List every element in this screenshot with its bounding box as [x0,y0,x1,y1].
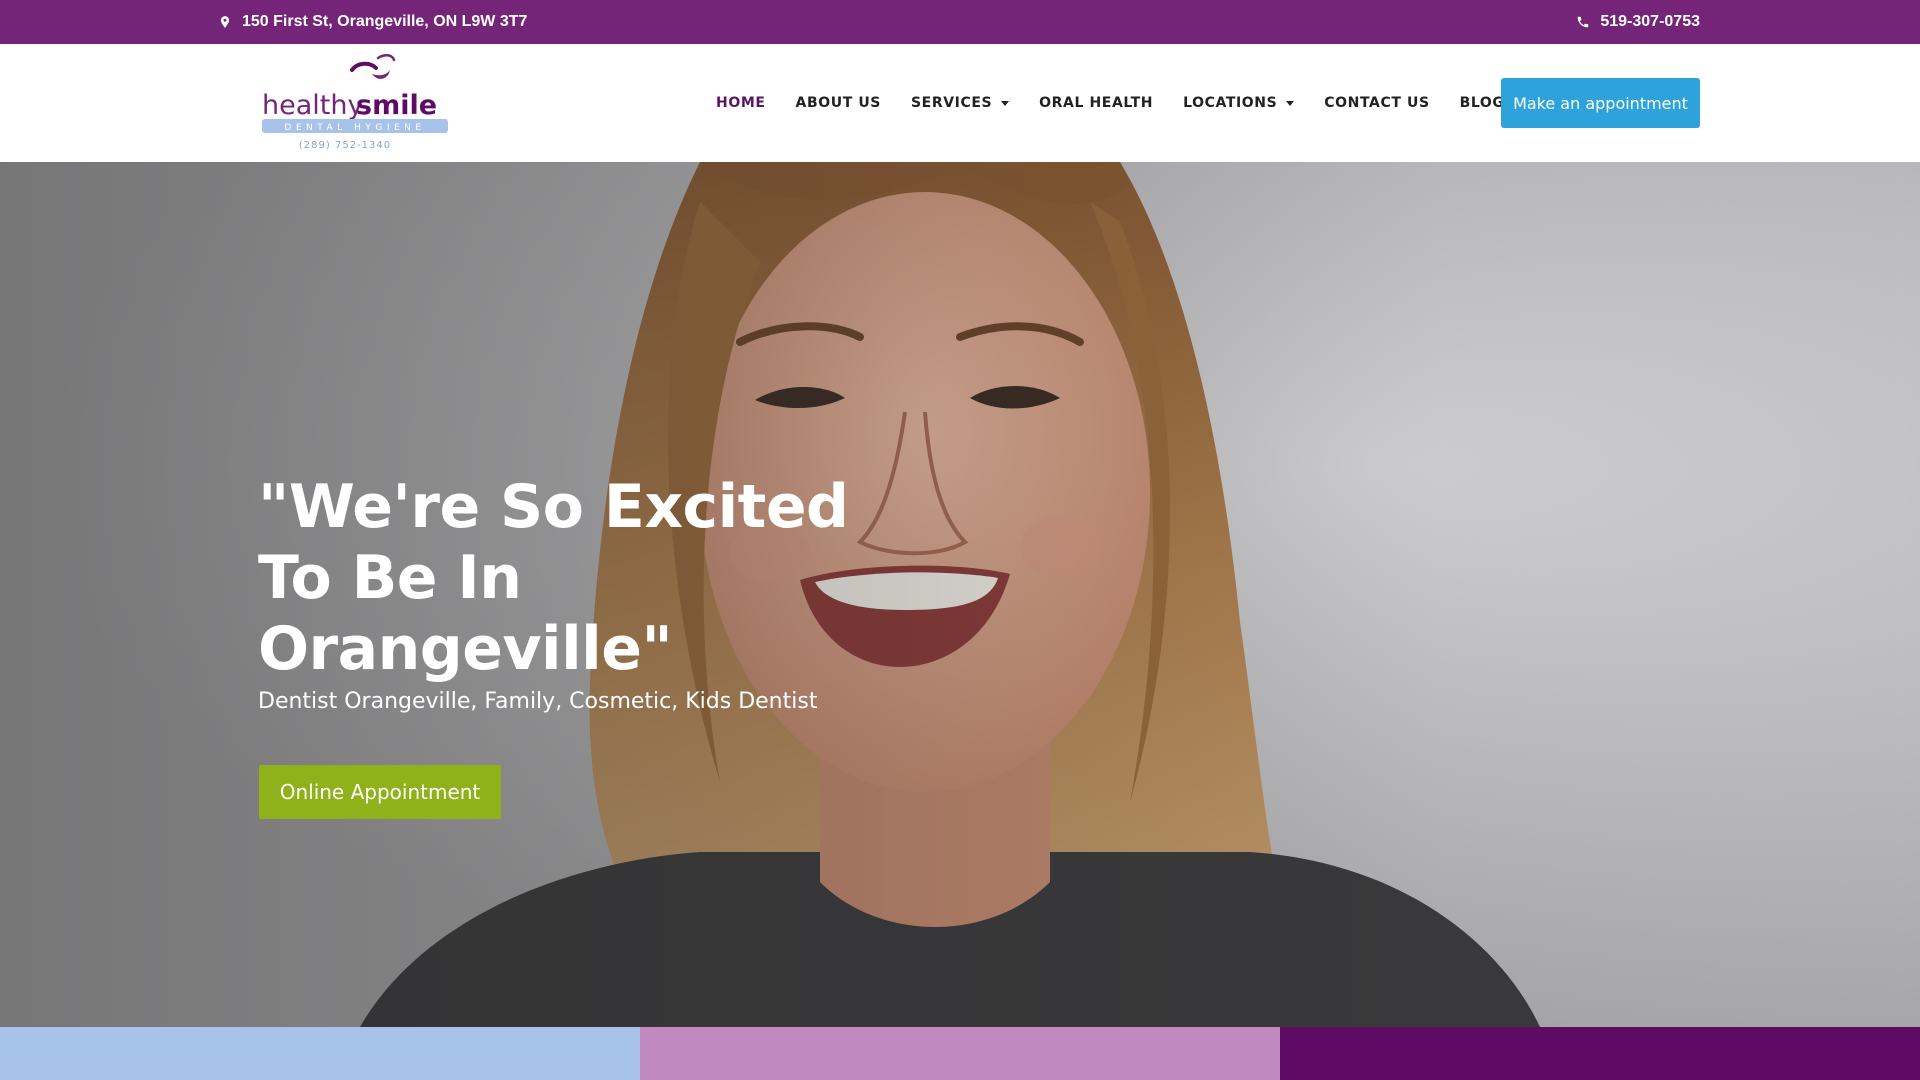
nav-services[interactable]: SERVICES [910,95,1010,111]
logo-tagline: DENTAL HYGIENE [284,123,425,133]
address-text: 150 First St, Orangeville, ON L9W 3T7 [242,13,528,30]
nav-about-us-label: ABOUT US [795,95,881,111]
chevron-down-icon [1001,100,1010,106]
site-header: healthy smile DENTAL HYGIENE (289) 752-1… [0,44,1920,162]
chevron-down-icon [1286,100,1295,106]
site-logo[interactable]: healthy smile DENTAL HYGIENE (289) 752-1… [260,52,450,156]
main-nav: HOME ABOUT US SERVICES ORAL HEALTH LOCAT… [716,44,1531,162]
nav-oral-health[interactable]: ORAL HEALTH [1039,95,1153,111]
address-link[interactable]: 150 First St, Orangeville, ON L9W 3T7 [218,0,527,44]
hero-title-line-3: Orangeville" [258,614,673,684]
logo-swoosh-mark [376,54,396,62]
nav-contact-us-label: CONTACT US [1324,95,1430,111]
phone-link[interactable]: 519-307-0753 [1576,0,1700,44]
nav-contact-us[interactable]: CONTACT US [1324,95,1429,111]
top-bar: 150 First St, Orangeville, ON L9W 3T7 51… [0,0,1920,44]
color-strip-light-blue [0,1027,640,1080]
map-marker-icon [220,16,230,28]
nav-locations-label: LOCATIONS [1183,95,1278,111]
phone-text: 519-307-0753 [1600,13,1700,30]
nav-blog[interactable]: BLOG [1460,95,1505,111]
nav-blog-label: BLOG [1459,95,1505,111]
nav-home[interactable]: HOME [716,95,766,111]
hero-title-line-2: To Be In [258,543,522,613]
logo-word-bold: smile [356,90,437,121]
nav-home-label: HOME [716,95,766,111]
hero-text-block: "We're So Excited To Be In Orangeville" … [258,472,878,717]
hero-title-line-1: "We're So Excited [258,472,849,542]
logo-smile-mark [350,61,378,72]
nav-about-us[interactable]: ABOUT US [796,95,881,111]
color-strip-dark-purple [1280,1027,1920,1080]
color-strip-lilac [640,1027,1280,1080]
online-appointment-button[interactable]: Online Appointment [259,765,501,819]
nav-locations[interactable]: LOCATIONS [1183,95,1295,111]
nav-oral-health-label: ORAL HEALTH [1039,95,1154,111]
hero-title: "We're So Excited To Be In Orangeville" [258,472,878,685]
healthy-smile-logo: healthy smile DENTAL HYGIENE (289) 752-1… [262,54,448,151]
logo-phone: (289) 752-1340 [299,140,391,151]
hero-section: "We're So Excited To Be In Orangeville" … [0,162,1920,1027]
nav-services-label: SERVICES [910,95,993,111]
make-appointment-button[interactable]: Make an appointment [1501,78,1700,128]
phone-icon [1578,16,1589,28]
logo-leaf-mark [372,70,390,79]
hero-subtitle: Dentist Orangeville, Family, Cosmetic, K… [258,689,818,714]
color-strips [0,1027,1920,1080]
logo-word-light: healthy [262,90,363,121]
